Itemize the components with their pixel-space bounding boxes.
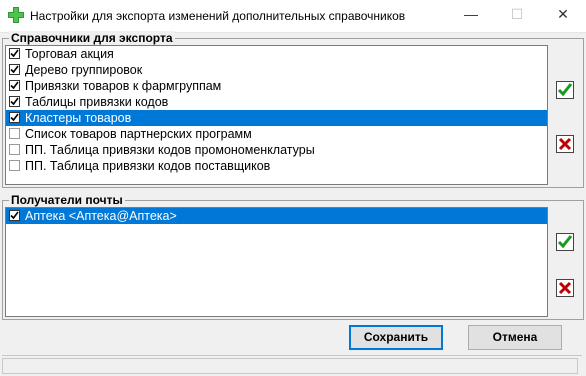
export-list[interactable]: Торговая акция Дерево группировок Привязки…	[5, 45, 548, 185]
checkbox-checked[interactable]	[9, 112, 20, 123]
list-item-label: Список товаров партнерских программ	[25, 127, 252, 141]
list-item[interactable]: ПП. Таблица привязки кодов поставщиков	[6, 158, 547, 174]
close-icon: ✕	[557, 6, 569, 22]
list-item-label: Дерево группировок	[25, 63, 143, 77]
maximize-button: ☐	[494, 0, 540, 32]
checkbox-unchecked[interactable]	[9, 144, 20, 155]
mail-recipients-group: Получатели почты Аптека <Аптека@Аптека>	[2, 193, 584, 320]
checkbox-checked[interactable]	[9, 210, 20, 221]
window-title: Настройки для экспорта изменений дополни…	[30, 9, 406, 23]
list-item-label: Таблицы привязки кодов	[25, 95, 169, 109]
save-button[interactable]: Сохранить	[349, 325, 443, 350]
list-item-label: Привязки товаров к фармгруппам	[25, 79, 222, 93]
list-item-label: Аптека <Аптека@Аптека>	[25, 209, 177, 223]
list-item-label: Кластеры товаров	[25, 111, 132, 125]
uncheck-all-export-button[interactable]	[556, 135, 574, 153]
checkbox-checked[interactable]	[9, 80, 20, 91]
uncheck-all-mail-button[interactable]	[556, 279, 574, 297]
close-button[interactable]: ✕	[540, 0, 586, 32]
list-item[interactable]: Кластеры товаров	[6, 110, 547, 126]
list-item-label: ПП. Таблица привязки кодов поставщиков	[25, 159, 271, 173]
list-item[interactable]: Привязки товаров к фармгруппам	[6, 78, 547, 94]
list-item[interactable]: Дерево группировок	[6, 62, 547, 78]
checkbox-checked[interactable]	[9, 96, 20, 107]
minimize-icon: —	[464, 6, 478, 22]
export-group-label: Справочники для экспорта	[9, 31, 175, 45]
list-item-label: ПП. Таблица привязки кодов промономенкла…	[25, 143, 315, 157]
check-all-export-button[interactable]	[556, 81, 574, 99]
list-item[interactable]: Таблицы привязки кодов	[6, 94, 547, 110]
list-item[interactable]: Аптека <Аптека@Аптека>	[6, 208, 547, 224]
mail-recipients-list[interactable]: Аптека <Аптека@Аптека>	[5, 207, 548, 317]
check-all-mail-button[interactable]	[556, 233, 574, 251]
export-group: Справочники для экспорта Торговая акция Д…	[2, 31, 584, 188]
list-item[interactable]: Список товаров партнерских программ	[6, 126, 547, 142]
status-bar	[2, 355, 582, 375]
checkbox-checked[interactable]	[9, 48, 20, 59]
green-cross-icon	[8, 7, 24, 23]
checkbox-checked[interactable]	[9, 64, 20, 75]
mail-recipients-label: Получатели почты	[9, 193, 125, 207]
list-item-label: Торговая акция	[25, 47, 114, 61]
list-item[interactable]: Торговая акция	[6, 46, 547, 62]
checkbox-unchecked[interactable]	[9, 128, 20, 139]
minimize-button[interactable]: —	[448, 0, 494, 32]
maximize-icon: ☐	[510, 6, 524, 22]
cancel-button[interactable]: Отмена	[468, 325, 562, 350]
status-panel	[2, 358, 578, 374]
list-item[interactable]: ПП. Таблица привязки кодов промономенкла…	[6, 142, 547, 158]
title-bar: Настройки для экспорта изменений дополни…	[0, 0, 586, 33]
checkbox-unchecked[interactable]	[9, 160, 20, 171]
